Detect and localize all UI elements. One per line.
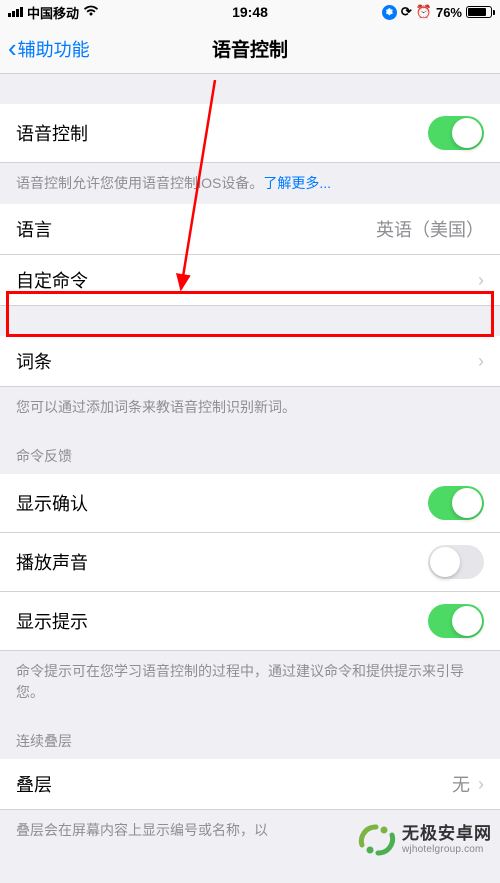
voice-control-label: 语音控制 <box>16 120 88 146</box>
show-hints-toggle[interactable] <box>428 604 484 638</box>
battery-percent: 76% <box>436 5 462 20</box>
siri-icon: ❃ <box>382 5 397 20</box>
back-button[interactable]: ‹ 辅助功能 <box>8 33 90 64</box>
watermark-url: wjhotelgroup.com <box>402 844 492 856</box>
show-confirmation-cell[interactable]: 显示确认 <box>0 474 500 533</box>
chevron-right-icon: › <box>478 351 484 372</box>
watermark-logo-icon <box>358 821 396 859</box>
show-hints-cell[interactable]: 显示提示 <box>0 592 500 651</box>
voice-control-toggle-cell[interactable]: 语音控制 <box>0 104 500 163</box>
nav-bar: ‹ 辅助功能 语音控制 <box>0 24 500 74</box>
overlay-value: 无 <box>452 771 470 797</box>
vocabulary-cell[interactable]: 词条 › <box>0 336 500 387</box>
show-confirmation-label: 显示确认 <box>16 490 88 516</box>
voice-control-toggle[interactable] <box>428 116 484 150</box>
chevron-right-icon: › <box>478 774 484 795</box>
language-cell[interactable]: 语言 英语（美国） <box>0 204 500 255</box>
status-bar: 中国移动 19:48 ❃ ⟳ ⏰ 76% <box>0 0 500 24</box>
back-label: 辅助功能 <box>18 36 90 62</box>
voice-control-footer: 语音控制允许您使用语音控制iOS设备。了解更多... <box>0 163 500 204</box>
status-time: 19:48 <box>232 4 268 20</box>
hints-footer: 命令提示可在您学习语音控制的过程中，通过建议命令和提供提示来引导您。 <box>0 651 500 713</box>
custom-commands-cell[interactable]: 自定命令 › <box>0 255 500 306</box>
play-sound-toggle[interactable] <box>428 545 484 579</box>
alarm-icon: ⏰ <box>416 4 432 20</box>
play-sound-cell[interactable]: 播放声音 <box>0 533 500 592</box>
show-confirmation-toggle[interactable] <box>428 486 484 520</box>
custom-commands-label: 自定命令 <box>16 267 88 293</box>
watermark: 无极安卓网 wjhotelgroup.com <box>358 821 492 859</box>
lock-icon: ⟳ <box>401 4 412 20</box>
battery-icon <box>466 6 492 18</box>
vocabulary-label: 词条 <box>16 348 52 374</box>
overlay-label: 叠层 <box>16 771 52 797</box>
chevron-left-icon: ‹ <box>8 33 17 64</box>
learn-more-link[interactable]: 了解更多... <box>263 175 331 191</box>
play-sound-label: 播放声音 <box>16 549 88 575</box>
chevron-right-icon: › <box>478 270 484 291</box>
signal-icon <box>8 7 23 17</box>
show-hints-label: 显示提示 <box>16 608 88 634</box>
vocabulary-footer: 您可以通过添加词条来教语音控制识别新词。 <box>0 387 500 428</box>
language-label: 语言 <box>16 216 52 242</box>
overlay-header: 连续叠层 <box>0 713 500 759</box>
content: 语音控制 语音控制允许您使用语音控制iOS设备。了解更多... 语言 英语（美国… <box>0 74 500 851</box>
overlay-cell[interactable]: 叠层 无 › <box>0 759 500 810</box>
watermark-title: 无极安卓网 <box>402 824 492 844</box>
wifi-icon <box>83 5 99 20</box>
page-title: 语音控制 <box>212 35 288 62</box>
command-feedback-header: 命令反馈 <box>0 428 500 474</box>
carrier-label: 中国移动 <box>27 3 79 22</box>
language-value: 英语（美国） <box>376 216 484 242</box>
